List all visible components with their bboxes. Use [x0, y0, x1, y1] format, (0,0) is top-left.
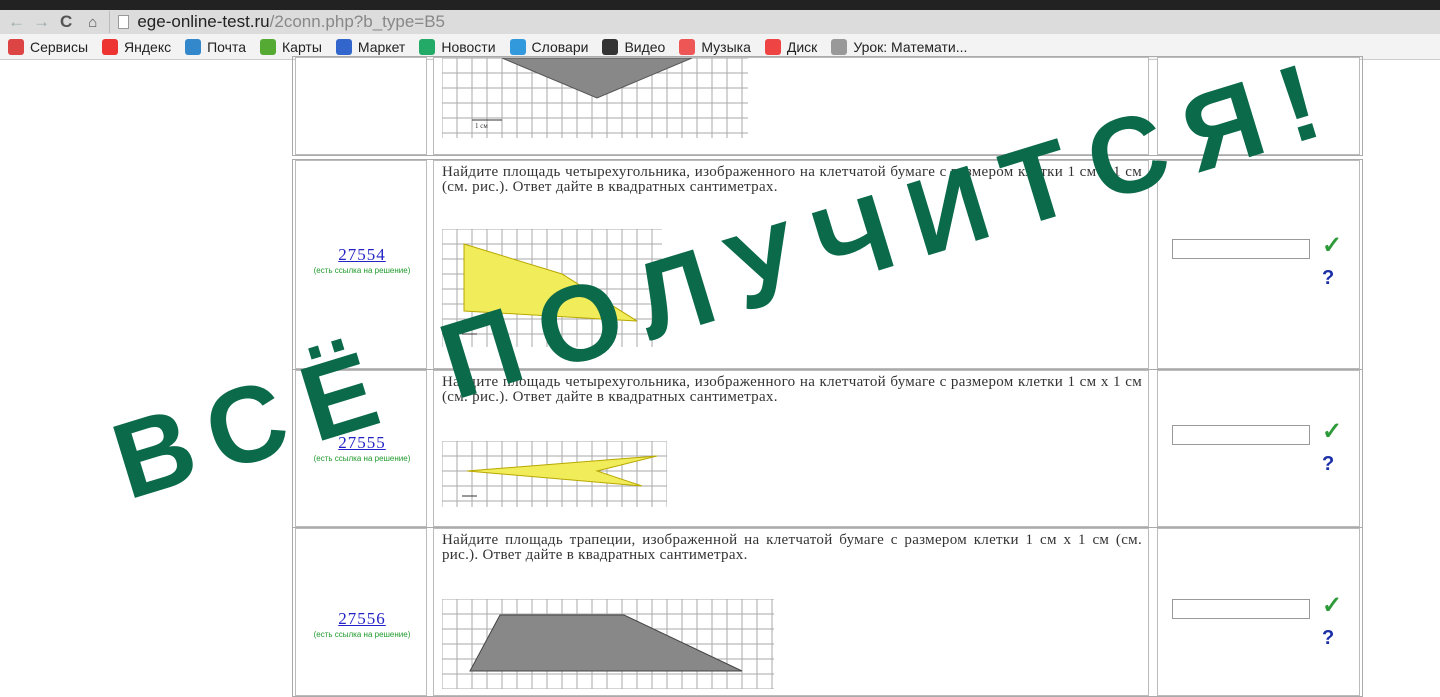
bookmark-label: Почта	[207, 38, 246, 55]
problem-row: 27554 (есть ссылка на решение) Найдите п…	[292, 159, 1363, 370]
check-icon[interactable]: ✓	[1322, 231, 1342, 260]
browser-top-strip	[0, 0, 1440, 10]
help-icon[interactable]: ?	[1322, 627, 1334, 650]
id-cell: 27555 (есть ссылка на решение)	[295, 370, 427, 527]
url-host: ege-online-test.ru	[137, 12, 270, 31]
bookmark-item[interactable]: Диск	[764, 38, 818, 55]
figure-quadrilateral	[442, 441, 667, 507]
market-icon	[335, 38, 352, 55]
bookmark-item[interactable]: Почта	[185, 38, 246, 55]
scale-label: 1 см	[475, 122, 488, 130]
answer-cell: ✓ ?	[1157, 160, 1360, 369]
bookmark-item[interactable]: Яндекс	[102, 38, 172, 55]
apps-icon	[8, 38, 24, 55]
bookmark-label: Диск	[786, 38, 818, 55]
solution-note: (есть ссылка на решение)	[313, 454, 411, 463]
forward-icon[interactable]: →	[33, 12, 50, 32]
bookmark-label: Новости	[441, 38, 496, 55]
trapezoid-shape	[469, 614, 743, 672]
news-icon	[419, 38, 436, 55]
id-cell: 27554 (есть ссылка на решение)	[295, 160, 427, 369]
figure-partial: 1 см	[442, 58, 748, 138]
answer-input[interactable]	[1172, 599, 1310, 619]
problem-id-link[interactable]: 27555	[296, 433, 428, 453]
home-icon[interactable]: ⌂	[88, 14, 97, 31]
figure-trapezoid	[442, 599, 774, 689]
mail-icon	[185, 38, 202, 55]
figure-quadrilateral	[442, 229, 662, 347]
question-cell: Найдите площадь четырехугольника, изобра…	[433, 160, 1149, 369]
address-bar[interactable]: ege-online-test.ru/2conn.php?b_type=B5	[109, 11, 445, 33]
answer-input[interactable]	[1172, 239, 1310, 259]
bookmark-item[interactable]: Сервисы	[8, 38, 89, 55]
quadrilateral-shape	[463, 243, 638, 322]
browser-toolbar: ← → C ⌂ ege-online-test.ru/2conn.php?b_t…	[0, 10, 1440, 34]
problem-id-link[interactable]: 27556	[296, 609, 428, 629]
answer-cell: ✓ ?	[1157, 528, 1360, 696]
problem-row: 27556 (есть ссылка на решение) Найдите п…	[292, 527, 1363, 697]
disk-icon	[764, 38, 781, 55]
bookmark-label: Музыка	[701, 38, 751, 55]
check-icon[interactable]: ✓	[1322, 417, 1342, 446]
help-icon[interactable]: ?	[1322, 453, 1334, 476]
problem-row-partial: 1 см	[292, 56, 1363, 156]
dictionary-icon	[509, 38, 526, 55]
bookmark-item[interactable]: Видео	[602, 38, 666, 55]
problem-id-link[interactable]: 27554	[296, 245, 428, 265]
back-icon[interactable]: ←	[8, 12, 25, 32]
video-icon	[602, 38, 619, 55]
problems-table: 1 см 27554 (есть ссылка на решение) Найд…	[0, 56, 1440, 697]
answer-input[interactable]	[1172, 425, 1310, 445]
maps-icon	[260, 38, 276, 55]
answer-cell: ✓ ?	[1157, 370, 1360, 527]
bookmark-label: Сервисы	[30, 38, 89, 55]
question-cell: 1 см	[433, 57, 1149, 155]
id-cell: 27556 (есть ссылка на решение)	[295, 528, 427, 696]
bookmark-item[interactable]: Музыка	[679, 38, 751, 55]
solution-note: (есть ссылка на решение)	[313, 630, 411, 639]
question-cell: Найдите площадь четырехугольника, изобра…	[433, 370, 1149, 527]
bookmark-item[interactable]: Карты	[260, 38, 322, 55]
page-icon	[118, 15, 130, 29]
bookmark-item[interactable]: Маркет	[335, 38, 406, 55]
reload-icon[interactable]: C	[60, 12, 72, 32]
bookmark-label: Яндекс	[124, 38, 172, 55]
check-icon[interactable]: ✓	[1322, 591, 1342, 620]
bookmark-item[interactable]: Словари	[509, 38, 589, 55]
bookmark-item[interactable]: Новости	[419, 38, 496, 55]
help-icon[interactable]: ?	[1322, 267, 1334, 290]
bookmark-label: Видео	[624, 38, 666, 55]
problem-text: Найдите площадь четырехугольника, изобра…	[442, 374, 1142, 405]
bookmark-label: Словари	[531, 38, 589, 55]
music-icon	[679, 38, 696, 55]
solution-note: (есть ссылка на решение)	[313, 266, 411, 275]
yandex-icon	[102, 38, 119, 55]
bookmark-label: Карты	[282, 38, 322, 55]
bookmark-label: Маркет	[357, 38, 406, 55]
question-cell: Найдите площадь трапеции, изображенной н…	[433, 528, 1149, 696]
url-path: /2conn.php?b_type=B5	[269, 12, 446, 31]
problem-text: Найдите площадь четырехугольника, изобра…	[442, 164, 1142, 195]
problem-row: 27555 (есть ссылка на решение) Найдите п…	[292, 369, 1363, 528]
page-icon	[831, 38, 848, 55]
answer-cell	[1157, 57, 1360, 155]
bookmark-item[interactable]: Урок: Математи...	[831, 38, 968, 55]
bookmark-label: Урок: Математи...	[853, 38, 968, 55]
problem-text: Найдите площадь трапеции, изображенной н…	[442, 532, 1142, 563]
id-cell	[295, 57, 427, 155]
